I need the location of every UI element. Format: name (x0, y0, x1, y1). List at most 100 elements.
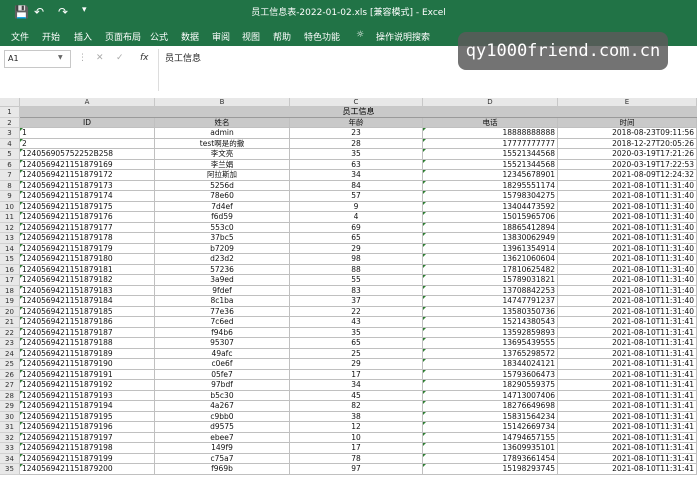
cell-time[interactable]: 2021-08-10T11:31:40 (558, 222, 697, 233)
cell-time[interactable]: 2021-08-10T11:31:41 (558, 359, 697, 370)
cell-phone[interactable]: 15793606473 (423, 369, 558, 380)
column-header-d[interactable]: D (423, 98, 558, 107)
cell-id[interactable]: 1240569421151879184 (20, 296, 155, 307)
cell-age[interactable]: 37 (290, 296, 423, 307)
cell-name[interactable]: 5256d (155, 180, 290, 191)
cell-age[interactable]: 65 (290, 338, 423, 349)
cell-phone[interactable]: 12345678901 (423, 170, 558, 181)
row-header[interactable]: 33 (0, 443, 20, 454)
cell-id[interactable]: 1240569421151879185 (20, 306, 155, 317)
cell-phone[interactable]: 13830062949 (423, 233, 558, 244)
tab-formulas[interactable]: 公式 (150, 30, 168, 43)
cell-age[interactable]: 84 (290, 180, 423, 191)
cell-id[interactable]: 2 (20, 138, 155, 149)
enter-icon[interactable]: ✓ (116, 53, 124, 63)
cell-id[interactable]: 1240569421151879191 (20, 369, 155, 380)
cell-id[interactable]: 1240569421151879183 (20, 285, 155, 296)
cell-phone[interactable]: 18888888888 (423, 128, 558, 139)
row-header[interactable]: 6 (0, 159, 20, 170)
cell-phone[interactable]: 14794657155 (423, 432, 558, 443)
row-header[interactable]: 15 (0, 254, 20, 265)
cell-phone[interactable]: 15521344568 (423, 159, 558, 170)
header-name[interactable]: 姓名 (155, 117, 290, 128)
cell-phone[interactable]: 15789031821 (423, 275, 558, 286)
cell-time[interactable]: 2021-08-10T11:31:41 (558, 338, 697, 349)
cell-time[interactable]: 2021-08-10T11:31:40 (558, 306, 697, 317)
tab-view[interactable]: 视图 (242, 30, 260, 43)
cell-phone[interactable]: 14713007406 (423, 390, 558, 401)
cell-name[interactable]: 78e60 (155, 191, 290, 202)
cell-time[interactable]: 2021-08-10T11:31:40 (558, 275, 697, 286)
cell-time[interactable]: 2021-08-10T11:31:41 (558, 422, 697, 433)
cell-phone[interactable]: 13404473592 (423, 201, 558, 212)
cell-phone[interactable]: 18865412894 (423, 222, 558, 233)
cell-time[interactable]: 2021-08-10T11:31:41 (558, 369, 697, 380)
row-header[interactable]: 24 (0, 348, 20, 359)
cell-id[interactable]: 1240569421151879175 (20, 201, 155, 212)
cell-id[interactable]: 1240569421151879178 (20, 233, 155, 244)
cell-id[interactable]: 1240569421151879174 (20, 191, 155, 202)
cell-time[interactable]: 2021-08-10T11:31:41 (558, 464, 697, 475)
cell-name[interactable]: 8c1ba (155, 296, 290, 307)
cell-time[interactable]: 2021-08-10T11:31:41 (558, 453, 697, 464)
cell-id[interactable]: 1240569421151879198 (20, 443, 155, 454)
cell-time[interactable]: 2021-08-10T11:31:40 (558, 233, 697, 244)
cell-name[interactable]: 77e36 (155, 306, 290, 317)
cell-name[interactable]: d9575 (155, 422, 290, 433)
cell-name[interactable]: f969b (155, 464, 290, 475)
cell-name[interactable]: b5c30 (155, 390, 290, 401)
cell-time[interactable]: 2021-08-10T11:31:41 (558, 411, 697, 422)
header-time[interactable]: 时间 (558, 117, 697, 128)
row-header[interactable]: 4 (0, 138, 20, 149)
row-header[interactable]: 30 (0, 411, 20, 422)
cell-phone[interactable]: 13695439555 (423, 338, 558, 349)
row-header[interactable]: 11 (0, 212, 20, 223)
cell-age[interactable]: 25 (290, 348, 423, 359)
cell-id[interactable]: 1240569421151879182 (20, 275, 155, 286)
cell-phone[interactable]: 18276649698 (423, 401, 558, 412)
row-header[interactable]: 10 (0, 201, 20, 212)
header-age[interactable]: 年龄 (290, 117, 423, 128)
cell-age[interactable]: 23 (290, 128, 423, 139)
row-header[interactable]: 29 (0, 401, 20, 412)
cell-id[interactable]: 1240569421151879187 (20, 327, 155, 338)
cell-phone[interactable]: 15521344568 (423, 149, 558, 160)
cell-phone[interactable]: 15198293745 (423, 464, 558, 475)
cell-name[interactable]: admin (155, 128, 290, 139)
row-header[interactable]: 23 (0, 338, 20, 349)
cell-age[interactable]: 69 (290, 222, 423, 233)
row-header[interactable]: 5 (0, 149, 20, 160)
cell-name[interactable]: 149f9 (155, 443, 290, 454)
cell-age[interactable]: 97 (290, 464, 423, 475)
row-header[interactable]: 9 (0, 191, 20, 202)
cell-id[interactable]: 1240569421151879189 (20, 348, 155, 359)
cell-age[interactable]: 28 (290, 138, 423, 149)
cell-time[interactable]: 2021-08-10T11:31:40 (558, 243, 697, 254)
cell-age[interactable]: 10 (290, 432, 423, 443)
cell-name[interactable]: c9bb0 (155, 411, 290, 422)
tab-page-layout[interactable]: 页面布局 (105, 30, 141, 43)
cell-time[interactable]: 2021-08-10T11:31:40 (558, 264, 697, 275)
cell-age[interactable]: 17 (290, 369, 423, 380)
cell-time[interactable]: 2018-08-23T09:11:56 (558, 128, 697, 139)
cell-phone[interactable]: 13708842253 (423, 285, 558, 296)
cell-id[interactable]: 1240569421151879179 (20, 243, 155, 254)
cell-name[interactable]: 3a9ed (155, 275, 290, 286)
cell-age[interactable]: 45 (290, 390, 423, 401)
cell-id[interactable]: 1240569421151879188 (20, 338, 155, 349)
cell-name[interactable]: 95307 (155, 338, 290, 349)
row-header[interactable]: 14 (0, 243, 20, 254)
cell-age[interactable]: 63 (290, 159, 423, 170)
cell-id[interactable]: 1240569421151879186 (20, 317, 155, 328)
row-header[interactable]: 26 (0, 369, 20, 380)
cell-time[interactable]: 2021-08-09T12:24:32 (558, 170, 697, 181)
cell-id[interactable]: 1240569421151879195 (20, 411, 155, 422)
row-header[interactable]: 25 (0, 359, 20, 370)
cell-phone[interactable]: 15831564234 (423, 411, 558, 422)
cell-time[interactable]: 2021-08-10T11:31:40 (558, 201, 697, 212)
cell-time[interactable]: 2021-08-10T11:31:41 (558, 348, 697, 359)
row-header[interactable]: 7 (0, 170, 20, 181)
row-header[interactable]: 16 (0, 264, 20, 275)
row-header[interactable]: 20 (0, 306, 20, 317)
cell-phone[interactable]: 13592859893 (423, 327, 558, 338)
